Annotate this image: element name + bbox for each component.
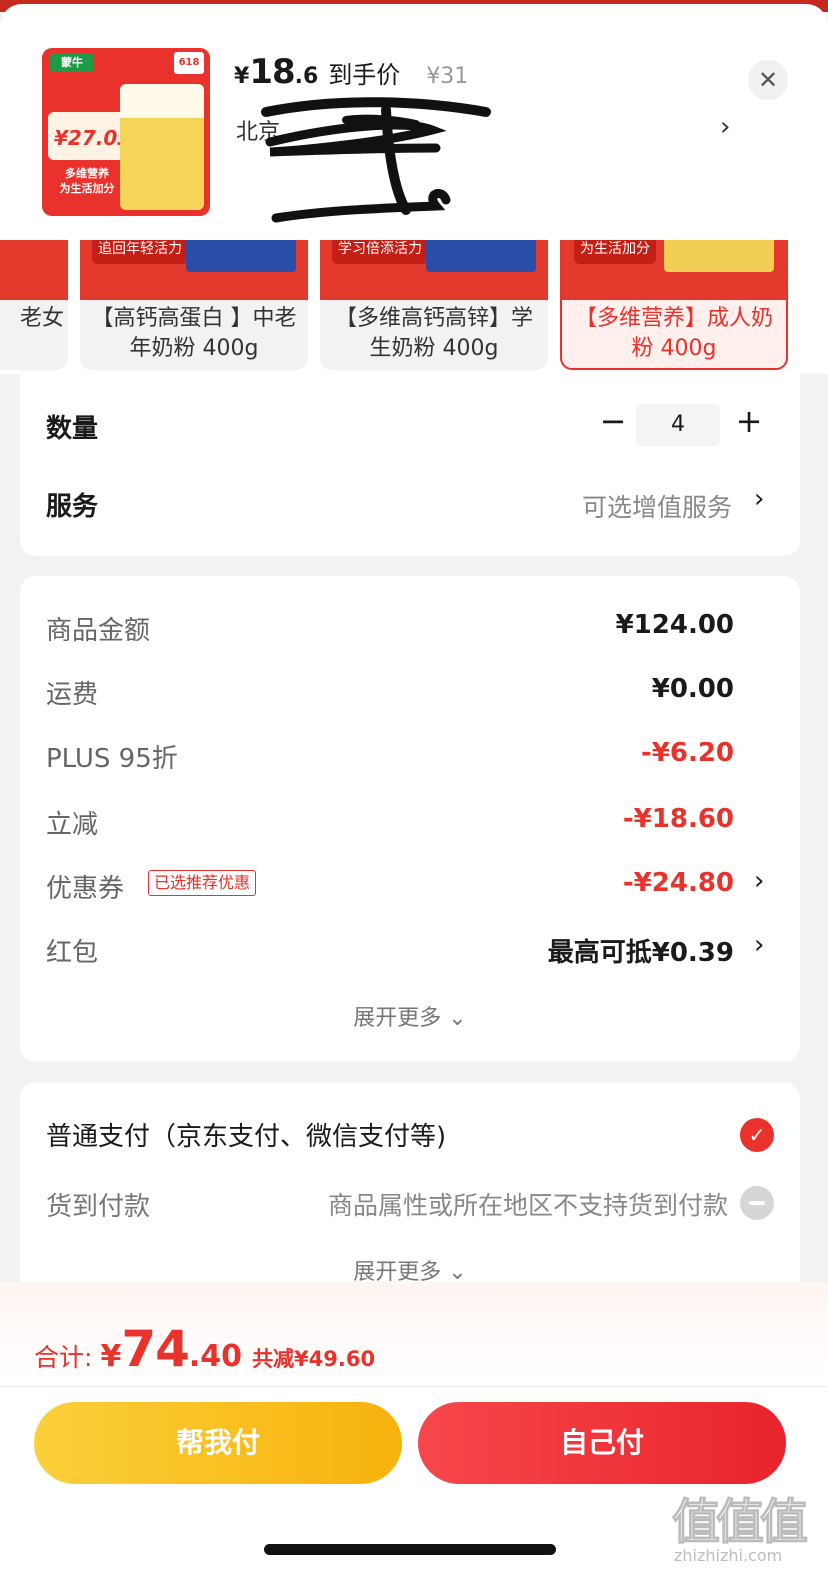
- price-integer: 18: [249, 52, 295, 92]
- help-me-pay-button[interactable]: 帮我付: [34, 1402, 402, 1484]
- site-watermark: 值值值 zhizhizhi.com: [671, 1494, 808, 1566]
- total-label: 合计:: [34, 1343, 93, 1372]
- quantity-service-panel: 数量 − 4 + 服务 可选增值服务 ›: [20, 370, 800, 556]
- service-value[interactable]: 可选增值服务: [582, 488, 732, 524]
- goods-amount-value: ¥124.00: [615, 610, 734, 640]
- brand-logo: 蒙牛: [50, 54, 94, 72]
- variant-name: 【高钙高蛋白 】中老 年奶粉 400g: [91, 306, 297, 361]
- cod-label: 货到付款: [46, 1192, 151, 1222]
- order-total: 合计: ¥ 74 .40 共减¥49.60: [34, 1320, 375, 1380]
- expand-more-label: 展开更多: [353, 1006, 442, 1031]
- variant-image: 追回年轻活力: [80, 236, 308, 300]
- coupon-label: 优惠券: [46, 874, 125, 904]
- total-currency: ¥: [100, 1339, 122, 1374]
- quantity-minus-button[interactable]: −: [596, 405, 630, 440]
- variant-option-0[interactable]: 老女: [0, 236, 68, 370]
- instant-discount-value: -¥18.60: [622, 804, 734, 834]
- chevron-down-icon: ⌄: [448, 1006, 467, 1031]
- home-indicator[interactable]: [264, 1544, 556, 1555]
- plus-discount-value: -¥6.20: [640, 738, 734, 768]
- shipping-value: ¥0.00: [651, 674, 734, 704]
- plus-discount-label: PLUS 95折: [46, 744, 178, 774]
- variant-name: 【多维营养】成人奶 粉 400g: [574, 306, 773, 361]
- checkout-bar: 合计: ¥ 74 .40 共减¥49.60 帮我付 自己付 值值值 zhizhi…: [0, 1282, 828, 1583]
- thumb-slogan: 多维营养 为生活加分: [59, 167, 115, 195]
- variant-name: 老女: [19, 306, 64, 331]
- variant-image: 学习倍添活力: [320, 236, 548, 300]
- price-decimal: .6: [294, 64, 319, 89]
- chevron-right-icon[interactable]: ›: [754, 484, 764, 514]
- expand-more-costs[interactable]: 展开更多 ⌄: [20, 1000, 800, 1032]
- original-price: ¥31: [426, 64, 469, 89]
- check-icon[interactable]: ✓: [740, 1118, 774, 1152]
- payment-method-panel: 普通支付（京东支付、微信支付等) ✓ 货到付款 商品属性或所在地区不支持货到付款…: [20, 1082, 800, 1285]
- variant-selector: 老女 追回年轻活力 【高钙高蛋白 】中老 年奶粉 400g 学习倍添活力 【多维…: [0, 236, 828, 374]
- variant-image: [0, 236, 68, 300]
- variant-option-1[interactable]: 追回年轻活力 【高钙高蛋白 】中老 年奶粉 400g: [80, 236, 308, 370]
- red-packet-value[interactable]: 最高可抵¥0.39: [548, 932, 734, 969]
- total-decimal: .40: [188, 1339, 243, 1374]
- normal-payment-label[interactable]: 普通支付（京东支付、微信支付等): [46, 1116, 446, 1153]
- cost-breakdown-panel: 商品金额 ¥124.00 运费 ¥0.00 PLUS 95折 -¥6.20 立减…: [20, 576, 800, 1062]
- red-packet-label: 红包: [46, 938, 99, 968]
- variant-option-2[interactable]: 学习倍添活力 【多维高钙高锌】学 生奶粉 400g: [320, 236, 548, 370]
- price-label: 到手价: [328, 61, 401, 89]
- coupon-value[interactable]: -¥24.80: [623, 868, 734, 898]
- quantity-plus-button[interactable]: +: [732, 405, 766, 440]
- product-package-image: [120, 84, 204, 210]
- quantity-label: 数量: [46, 414, 99, 444]
- quantity-input[interactable]: 4: [636, 404, 720, 446]
- variant-image: 为生活加分: [562, 236, 786, 300]
- disabled-icon: [740, 1186, 774, 1220]
- instant-discount-label: 立减: [46, 810, 99, 840]
- close-icon[interactable]: ✕: [748, 60, 788, 100]
- price-currency: ¥: [234, 64, 250, 89]
- coupon-recommended-badge: 已选推荐优惠: [148, 870, 257, 896]
- chevron-right-icon: ›: [720, 112, 731, 142]
- cod-unavailable-note: 商品属性或所在地区不支持货到付款: [327, 1191, 728, 1220]
- goods-amount-label: 商品金额: [46, 616, 151, 646]
- redaction-scribble: [261, 97, 491, 223]
- pay-myself-button[interactable]: 自己付: [418, 1402, 786, 1484]
- total-saved: 共减¥49.60: [252, 1347, 376, 1371]
- variant-tag: 为生活加分: [574, 236, 656, 264]
- total-integer: 74: [121, 1320, 190, 1378]
- product-header: 蒙牛 618 ¥27.03 多维营养 为生活加分 ¥ 18 .6 到手价 ¥31…: [0, 4, 828, 240]
- variant-name: 【多维高钙高锌】学 生奶粉 400g: [334, 306, 533, 361]
- promo-badge: 618: [174, 52, 204, 74]
- variant-option-3-selected[interactable]: 为生活加分 【多维营养】成人奶 粉 400g: [560, 236, 788, 370]
- service-label: 服务: [46, 492, 99, 522]
- chevron-right-icon[interactable]: ›: [754, 866, 764, 896]
- variant-tag: 追回年轻活力: [92, 236, 188, 264]
- product-thumbnail[interactable]: 蒙牛 618 ¥27.03 多维营养 为生活加分: [42, 48, 210, 216]
- variant-tag: 学习倍添活力: [332, 236, 428, 264]
- shipping-label: 运费: [46, 680, 99, 710]
- chevron-right-icon[interactable]: ›: [754, 930, 764, 960]
- divider: [0, 1386, 828, 1387]
